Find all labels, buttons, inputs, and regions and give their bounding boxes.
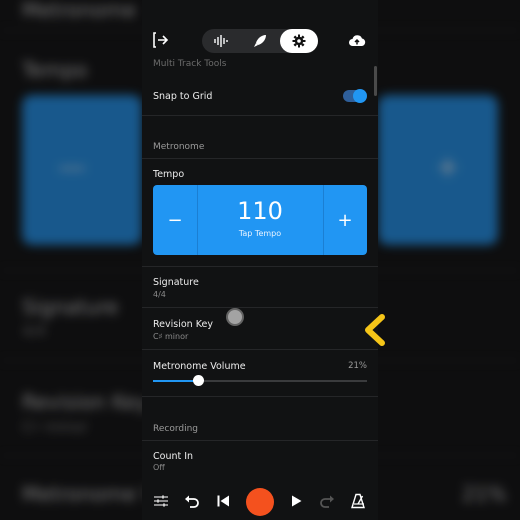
- bg-revision-key-value: C♯ minor: [22, 418, 89, 436]
- divider: [142, 349, 378, 350]
- count-in-value: Off: [153, 463, 165, 472]
- tempo-decrease-button[interactable]: −: [153, 185, 197, 255]
- undo-button[interactable]: [183, 492, 201, 510]
- signature-value: 4/4: [153, 290, 166, 299]
- metronome-volume-value: 21%: [348, 361, 367, 371]
- top-bar: [142, 0, 378, 58]
- snap-to-grid-label: Snap to Grid: [153, 91, 213, 102]
- phone-screen: Multi Track Tools Snap to Grid Metronome…: [142, 0, 378, 520]
- tempo-label: Tempo: [153, 169, 185, 180]
- play-button[interactable]: [287, 492, 305, 510]
- redo-button[interactable]: [318, 492, 336, 510]
- exit-icon[interactable]: [152, 31, 170, 49]
- bg-signature-label: Signature: [22, 295, 119, 319]
- bg-revision-key-label: Revision Key: [22, 390, 149, 414]
- recording-section-header: Recording: [153, 424, 199, 434]
- slider-fill: [153, 380, 198, 382]
- mixer-icon: [154, 495, 168, 507]
- divider: [142, 396, 378, 397]
- bg-signature-value: 4/4: [22, 322, 47, 340]
- tempo-control: − 110 Tap Tempo +: [153, 185, 367, 255]
- gear-icon: [292, 34, 306, 48]
- divider: [142, 266, 378, 267]
- metronome-volume-label: Metronome Volume: [153, 361, 246, 372]
- cloud-upload-icon[interactable]: [348, 32, 366, 50]
- divider: [142, 440, 378, 441]
- transport-bar: [142, 482, 378, 520]
- undo-icon: [185, 495, 199, 508]
- redo-icon: [320, 495, 334, 508]
- bg-volume-label: Metronome V: [22, 482, 157, 506]
- divider: [142, 115, 378, 116]
- view-switcher: [202, 29, 318, 53]
- tempo-value[interactable]: 110: [197, 197, 323, 225]
- bg-title: Metronome: [22, 0, 137, 22]
- bg-plus: +: [436, 150, 460, 183]
- metronome-section-header: Metronome: [153, 142, 205, 152]
- scrollbar[interactable]: [374, 66, 377, 96]
- metronome-volume-slider[interactable]: [153, 375, 367, 386]
- snap-to-grid-toggle[interactable]: [343, 89, 367, 103]
- signature-label: Signature: [153, 277, 199, 288]
- slider-thumb[interactable]: [192, 375, 204, 386]
- revision-key-value: C♯ minor: [153, 332, 189, 341]
- metronome-button[interactable]: [349, 492, 367, 510]
- multi-track-tools-section: Multi Track Tools: [153, 59, 227, 69]
- tab-tools[interactable]: [241, 29, 279, 53]
- metronome-icon: [351, 493, 365, 509]
- mixer-button[interactable]: [152, 492, 170, 510]
- rocket-icon: [254, 35, 266, 47]
- chevron-left-icon: [365, 314, 385, 346]
- bg-minus: —: [58, 150, 86, 183]
- play-icon: [292, 495, 302, 507]
- skip-back-icon: [217, 495, 229, 507]
- bg-volume-value: 21%: [462, 482, 507, 506]
- tab-settings[interactable]: [280, 29, 318, 53]
- divider: [142, 158, 378, 159]
- skip-back-button[interactable]: [214, 492, 232, 510]
- divider: [142, 307, 378, 308]
- tab-waveform[interactable]: [202, 29, 240, 53]
- revision-key-label: Revision Key: [153, 319, 213, 330]
- touch-indicator: [226, 308, 244, 326]
- tempo-increase-button[interactable]: +: [323, 185, 367, 255]
- toggle-knob: [353, 89, 367, 103]
- bg-tempo-label: Tempo: [22, 58, 88, 82]
- tap-tempo-label[interactable]: Tap Tempo: [197, 229, 323, 238]
- count-in-label: Count In: [153, 451, 194, 462]
- record-button[interactable]: [246, 488, 274, 516]
- waveform-icon: [214, 35, 228, 47]
